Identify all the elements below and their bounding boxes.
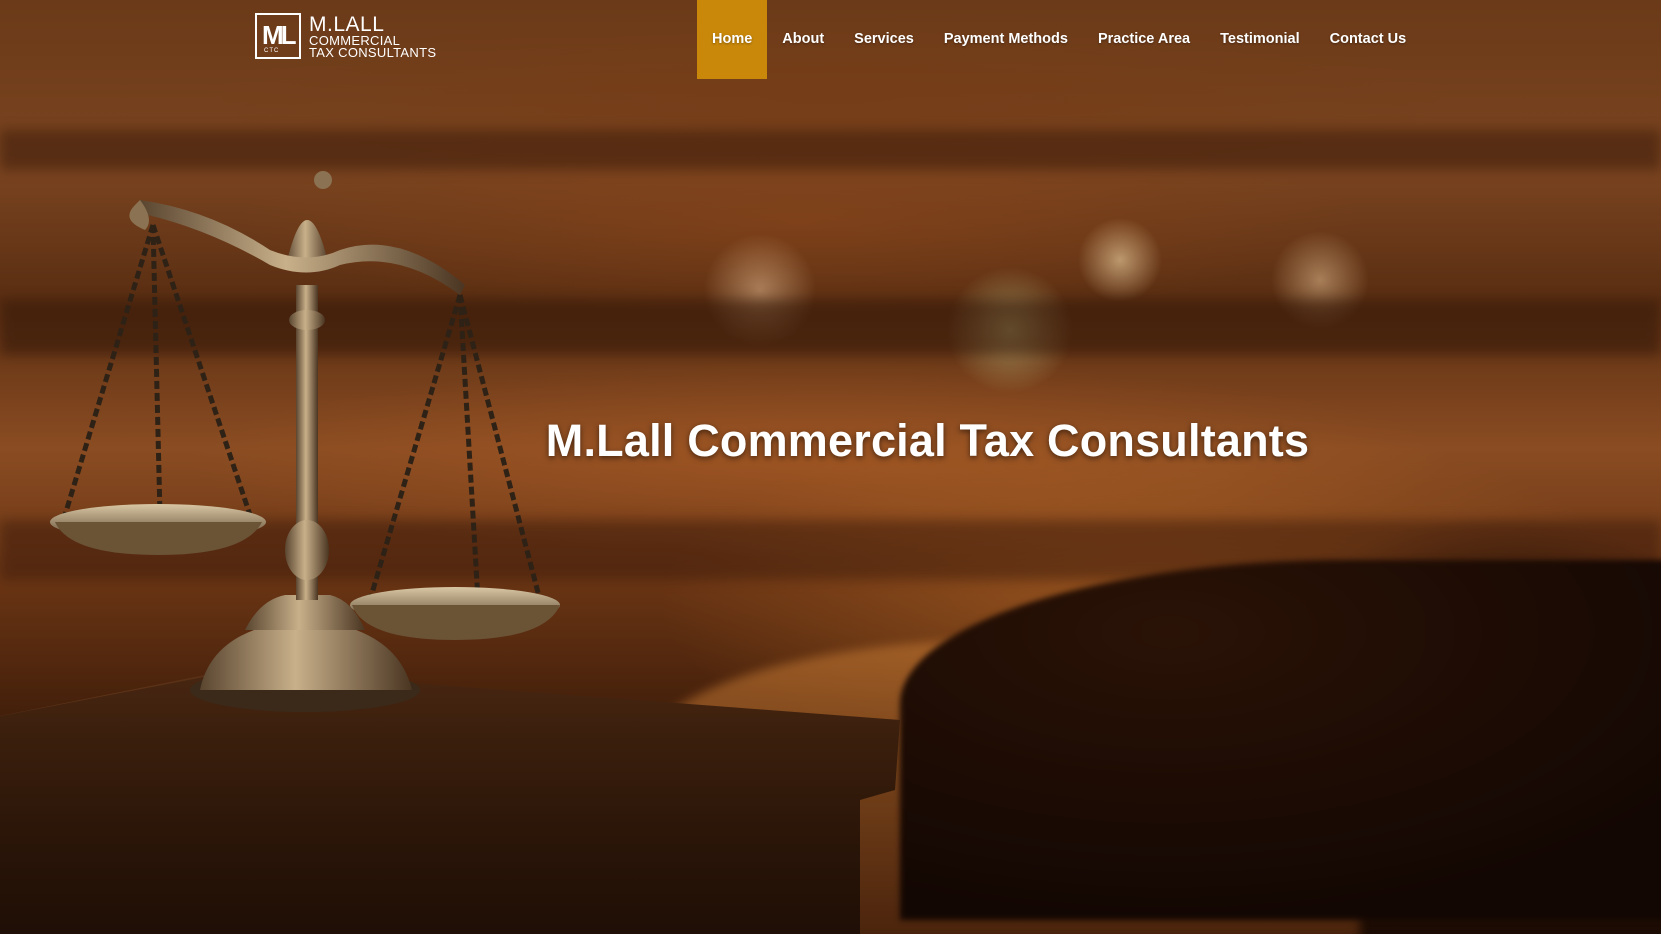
logo-line2: TAX CONSULTANTS <box>309 44 437 60</box>
hero-title: M.Lall Commercial Tax Consultants <box>0 413 1661 469</box>
hero-title-text: M.Lall Commercial Tax Consultants <box>545 415 1310 466</box>
main-nav: Home About Services Payment Methods Prac… <box>697 0 1421 79</box>
background-bench-band <box>0 130 1661 170</box>
navbar: ML CTC M.LALL COMMERCIAL TAX CONSULTANTS… <box>0 0 1661 79</box>
background-table <box>900 560 1661 920</box>
logo-mark-icon: ML CTC <box>255 13 301 59</box>
nav-home[interactable]: Home <box>697 0 768 79</box>
nav-services[interactable]: Services <box>839 0 929 79</box>
nav-contact-us[interactable]: Contact Us <box>1315 0 1422 79</box>
logo-mark-sub: CTC <box>264 48 280 54</box>
nav-practice-area[interactable]: Practice Area <box>1083 0 1205 79</box>
site-logo[interactable]: ML CTC M.LALL COMMERCIAL TAX CONSULTANTS <box>255 13 436 59</box>
logo-mark-letters: ML <box>262 20 297 50</box>
logo-name: M.LALL <box>309 12 385 36</box>
nav-about[interactable]: About <box>767 0 839 79</box>
logo-text: M.LALL COMMERCIAL TAX CONSULTANTS <box>309 14 436 59</box>
hero-section: ML CTC M.LALL COMMERCIAL TAX CONSULTANTS… <box>0 0 1661 934</box>
nav-payment-methods[interactable]: Payment Methods <box>929 0 1083 79</box>
nav-testimonial[interactable]: Testimonial <box>1205 0 1315 79</box>
